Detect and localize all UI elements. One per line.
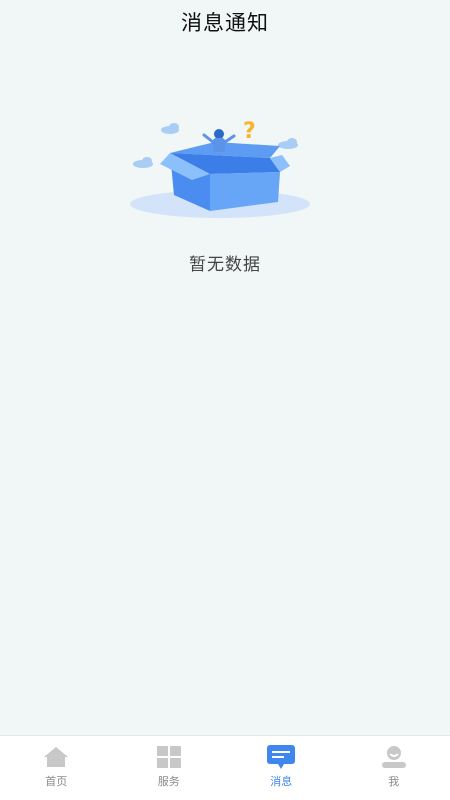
svg-text:?: ? <box>243 119 256 144</box>
page-title: 消息通知 <box>181 11 269 35</box>
empty-state: ? 暂无数据 <box>0 110 450 275</box>
home-icon <box>42 744 70 770</box>
message-icon <box>267 744 296 770</box>
user-icon <box>380 744 408 770</box>
tab-home-label: 首页 <box>45 775 68 788</box>
tab-me[interactable]: 我 <box>338 736 450 800</box>
tab-me-label: 我 <box>388 775 400 788</box>
top-bar: 消息通知 <box>0 0 450 44</box>
tab-services[interactable]: 服务 <box>113 736 226 800</box>
bottom-tab-bar: 首页 服务 消息 我 <box>0 735 450 800</box>
tab-services-label: 服务 <box>157 775 180 788</box>
empty-box-question-illustration: ? <box>130 119 310 218</box>
tab-messages[interactable]: 消息 <box>225 736 338 800</box>
grid-icon <box>155 744 183 770</box>
empty-message: 暂无数据 <box>189 255 261 275</box>
tab-home[interactable]: 首页 <box>0 736 113 800</box>
tab-messages-label: 消息 <box>270 775 293 788</box>
